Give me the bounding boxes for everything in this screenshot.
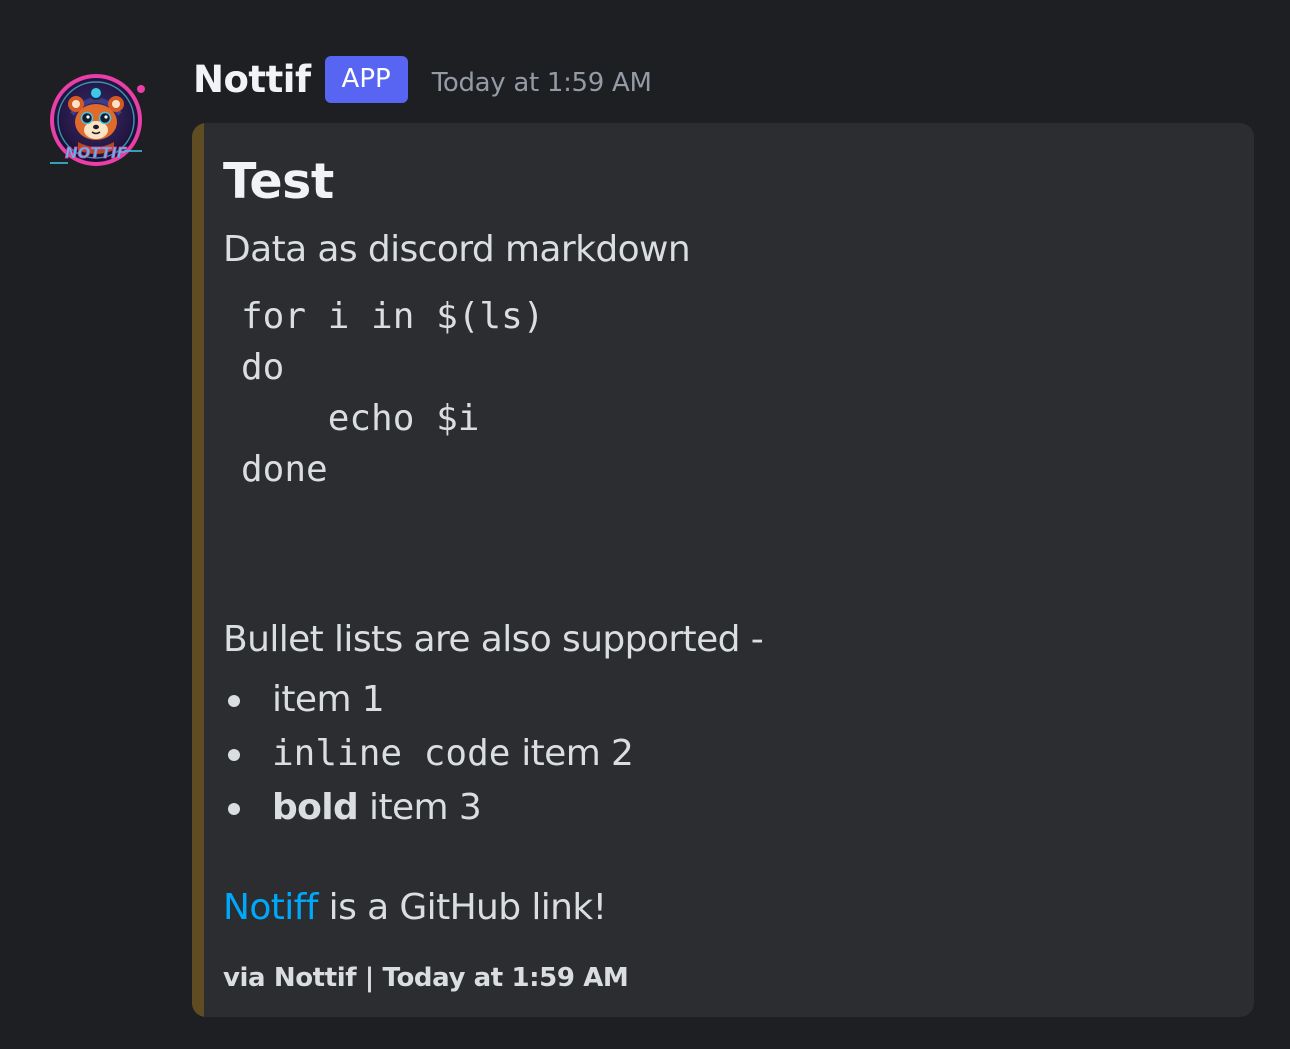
list-item: inline code item 2 bbox=[223, 727, 634, 781]
message-timestamp[interactable]: Today at 1:59 AM bbox=[432, 68, 652, 98]
author-avatar[interactable]: NOTTIF bbox=[48, 72, 148, 172]
code-line: for i in $(ls) bbox=[241, 296, 545, 337]
code-line: do bbox=[241, 347, 285, 388]
bullet-dot-icon bbox=[228, 803, 240, 815]
bullet-dot-icon bbox=[228, 749, 240, 761]
inline-code: inline code bbox=[272, 733, 511, 774]
link-suffix: is a GitHub link! bbox=[317, 887, 607, 928]
embed-title: Test bbox=[223, 153, 334, 210]
author-name[interactable]: Nottif bbox=[193, 58, 311, 101]
chat-message: NOTTIF Nottif APP Today at 1:59 AM Test … bbox=[0, 0, 1290, 1049]
list-item-text: item 1 bbox=[272, 679, 385, 720]
list-item: bold item 3 bbox=[223, 781, 633, 835]
embed-accent-bar bbox=[192, 123, 204, 1017]
red-panda-logo-icon: NOTTIF bbox=[50, 74, 145, 166]
link-line: Notiff is a GitHub link! bbox=[223, 887, 607, 928]
bullet-intro: Bullet lists are also supported - bbox=[223, 619, 764, 660]
embed-description: Data as discord markdown bbox=[223, 229, 691, 270]
code-line: echo $i bbox=[241, 398, 480, 439]
app-badge: APP bbox=[324, 55, 408, 103]
bullet-list: item 1 inline code item 2 bold item 3 bbox=[223, 673, 634, 835]
bullet-dot-icon bbox=[228, 695, 240, 707]
list-item-text: item 3 bbox=[358, 787, 482, 828]
github-link[interactable]: Notiff bbox=[223, 887, 318, 928]
code-block: for i in $(ls) do echo $i done bbox=[241, 291, 544, 495]
list-item-text: item 2 bbox=[510, 733, 634, 774]
bold-text: bold bbox=[272, 787, 359, 828]
message-header: Nottif APP Today at 1:59 AM bbox=[193, 54, 652, 104]
code-line: done bbox=[241, 449, 328, 490]
message-embed: Test Data as discord markdown for i in $… bbox=[192, 123, 1254, 1017]
avatar-logo-text: NOTTIF bbox=[65, 144, 128, 162]
embed-footer: via Nottif | Today at 1:59 AM bbox=[223, 963, 629, 993]
list-item: item 1 bbox=[223, 673, 633, 727]
